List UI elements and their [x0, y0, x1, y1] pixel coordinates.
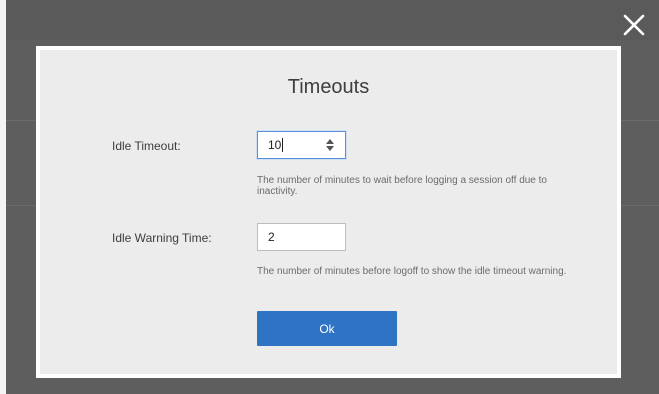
close-icon[interactable]	[621, 12, 647, 38]
idle-warning-input[interactable]: 2	[257, 223, 346, 251]
idle-warning-value: 2	[268, 230, 275, 244]
ok-button[interactable]: Ok	[257, 311, 397, 346]
timeouts-dialog: Timeouts Idle Timeout: 10 The number of …	[36, 46, 621, 378]
idle-timeout-input[interactable]: 10	[257, 131, 346, 159]
idle-timeout-label: Idle Timeout:	[112, 139, 181, 153]
idle-warning-label: Idle Warning Time:	[112, 231, 212, 245]
chevron-up-icon[interactable]	[326, 139, 334, 144]
idle-timeout-help: The number of minutes to wait before log…	[257, 175, 547, 197]
dialog-title: Timeouts	[287, 76, 370, 98]
idle-timeout-value: 10	[268, 138, 282, 152]
text-cursor	[282, 138, 284, 152]
idle-warning-help: The number of minutes before logoff to s…	[257, 266, 567, 277]
dialog-body: Timeouts Idle Timeout: 10 The number of …	[40, 50, 617, 374]
spinner-icon[interactable]	[325, 138, 335, 152]
background-header	[6, 0, 659, 40]
chevron-down-icon[interactable]	[326, 146, 334, 151]
